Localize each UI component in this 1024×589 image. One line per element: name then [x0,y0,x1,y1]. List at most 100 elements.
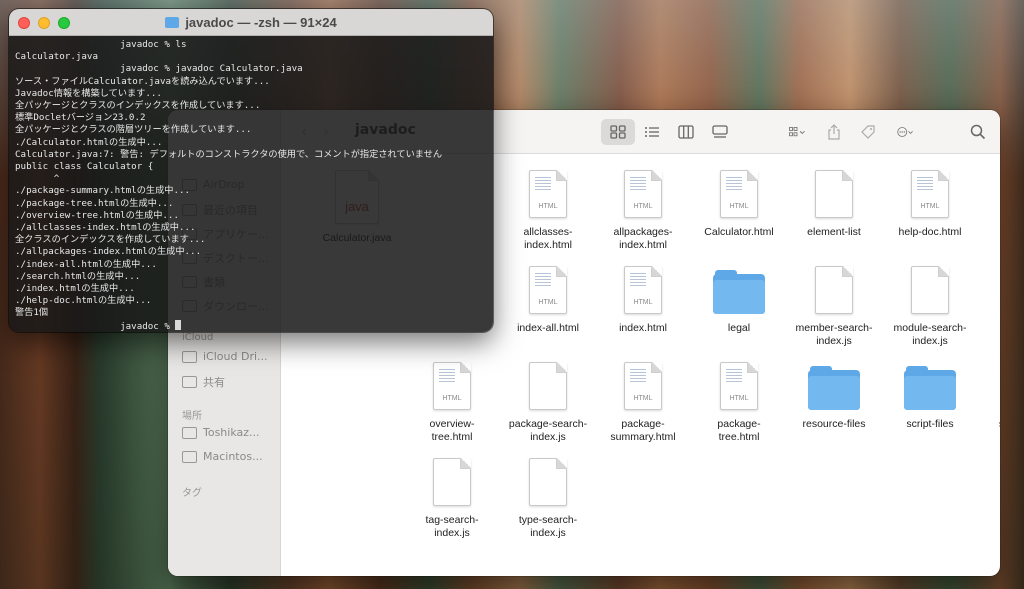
terminal-line: Calculator.java [15,51,98,63]
file-name: package- tree.html [717,418,761,443]
file-type-label: HTML [633,203,653,210]
columns-icon [678,125,694,139]
cloud-icon [182,350,197,363]
file-name: resource-files [802,418,866,430]
terminal-line: 警告1個 [15,307,49,319]
file-item[interactable]: type-search- index.js [500,446,596,542]
file-type-label: HTML [538,299,558,306]
file-name: search.html [978,418,1000,431]
sidebar-item[interactable]: Macintos... [182,450,263,463]
file-name: Calculator.html [704,226,774,238]
folder-icon [904,366,956,410]
terminal-output[interactable]: javadoc % ls Calculator.java javadoc % ja… [9,36,493,332]
file-item[interactable]: HTML index-all.html [500,254,596,350]
file-item[interactable]: HTML allpackages- index.html [595,158,691,254]
file-name: index-all.html [517,322,579,334]
sidebar-section-icloud: iCloud [182,332,214,343]
file-type-label: HTML [633,299,653,306]
file-item[interactable]: resource-files [786,350,882,446]
terminal-line: ./package-tree.htmlの生成中... [15,197,174,209]
file-name: script-files [906,418,954,430]
group-icon [789,127,805,137]
group-button[interactable] [777,119,817,145]
document-icon [529,458,567,506]
share-button[interactable] [817,119,851,145]
html-file-icon: HTML [624,170,662,218]
terminal-line: javadoc % ls [15,39,187,50]
terminal-cursor [175,319,182,330]
file-name: member-search- index.js [795,322,873,347]
shared-folder-icon [182,376,197,388]
terminal-title: javadoc — -zsh — 91×24 [185,15,337,30]
terminal-line: public class Calculator { [15,161,154,173]
search-button[interactable] [961,119,995,145]
file-name: package- summary.html [610,418,676,443]
terminal-line: ソース・ファイルCalculator.javaを読み込んでいます... [15,75,270,87]
terminal-line: ./search.htmlの生成中... [15,270,141,282]
list-icon [645,127,659,137]
terminal-line: ./overview-tree.htmlの生成中... [15,209,179,221]
gallery-view-button[interactable] [703,119,737,145]
terminal-line: javadoc % javadoc Calculator.java [15,63,303,75]
terminal-line: ./help-doc.htmlの生成中... [15,295,152,307]
html-file-icon: HTML [720,362,758,410]
file-item[interactable]: tag-search- index.js [404,446,500,542]
file-item[interactable]: package-search- index.js [500,350,596,446]
terminal-line: ./allpackages-index.htmlの生成中... [15,246,202,258]
file-item[interactable]: HTML package- summary.html [595,350,691,446]
file-item[interactable]: element-list [786,158,882,254]
file-name: index.html [619,322,667,334]
column-view-button[interactable] [669,119,703,145]
terminal-line: 標準Docletバージョン23.0.2 [15,112,146,124]
file-item[interactable]: HTMLsearch.html [978,350,1000,446]
file-item[interactable]: legal [691,254,787,350]
file-item[interactable]: HTML help-doc.html [882,158,978,254]
file-item[interactable]: member-search- index.js [786,254,882,350]
file-item[interactable]: script-files [882,350,978,446]
file-name: type-search- index.js [518,514,578,539]
folder-icon [808,366,860,410]
sidebar-item-label: Toshikaz... [203,426,260,439]
sidebar-section-tags: タグ [182,488,202,499]
file-name: legal [727,322,751,334]
terminal-line: ./allclasses-index.htmlの生成中... [15,222,196,234]
file-type-label: HTML [729,203,749,210]
sidebar-item-label: iCloud Dri... [203,350,268,363]
sidebar-item-label: 共有 [203,376,225,389]
file-item[interactable]: HTML index.html [595,254,691,350]
file-item[interactable]: HTML overview- tree.html [404,350,500,446]
file-type-label: HTML [538,203,558,210]
terminal-line: 全パッケージとクラスのインデックスを作成しています... [15,100,261,112]
list-view-button[interactable] [635,119,669,145]
sidebar-item[interactable]: iCloud Dri... [182,350,268,363]
folder-icon [713,270,765,314]
terminal-line: ./Calculator.htmlの生成中... [15,136,163,148]
tag-button[interactable] [851,119,885,145]
file-item[interactable]: HTML package- tree.html [691,350,787,446]
html-file-icon: HTML [624,362,662,410]
file-name: help-doc.html [898,226,962,238]
file-type-label: HTML [920,203,940,210]
terminal-line: Javadoc情報を構築しています... [15,87,162,99]
icon-view-button[interactable] [601,119,635,145]
file-item[interactable]: HTML allclasses- index.html [500,158,596,254]
sidebar-item-label: Macintos... [203,450,263,463]
file-item[interactable]: module-search- index.js [882,254,978,350]
html-file-icon: HTML [720,170,758,218]
file-item[interactable]: HTML Calculator.html [691,158,787,254]
document-icon [815,170,853,218]
sidebar-item[interactable]: 共有 [182,374,225,390]
sidebar-item[interactable]: Toshikaz... [182,426,260,439]
terminal-line: 全パッケージとクラスの階層ツリーを作成しています... [15,124,252,136]
file-name: allpackages- index.html [613,226,673,251]
share-icon [828,124,840,140]
file-name: tag-search- index.js [425,514,479,539]
file-type-label: HTML [729,395,749,402]
search-icon [970,124,986,140]
html-file-icon: HTML [433,362,471,410]
action-button[interactable] [885,119,925,145]
html-file-icon: HTML [529,170,567,218]
tag-icon [861,125,875,139]
terminal-window[interactable]: javadoc — -zsh — 91×24 javadoc % ls Calcu… [9,9,493,332]
file-name: overview- tree.html [429,418,475,443]
